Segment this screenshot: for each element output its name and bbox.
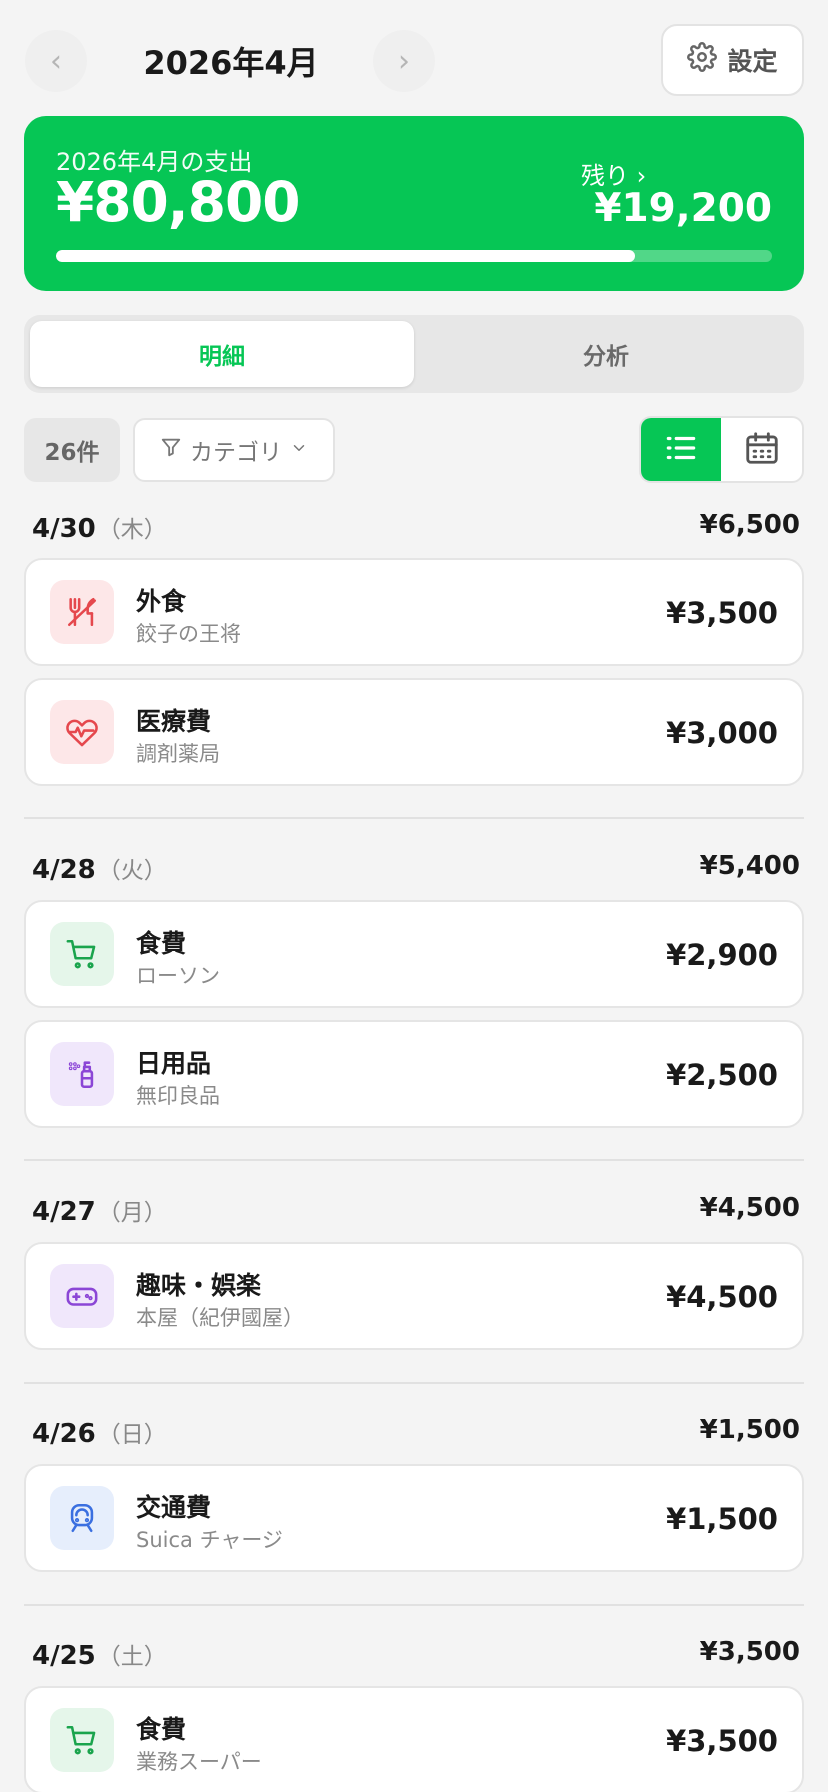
- transaction-item[interactable]: 趣味・娯楽 本屋（紀伊國屋） ¥4,500: [24, 1242, 804, 1350]
- item-amount: ¥3,500: [666, 1724, 778, 1758]
- day-total: ¥5,400: [699, 851, 800, 881]
- cart-icon: [50, 1708, 114, 1772]
- day-header: 4/28（火） ¥5,400: [24, 843, 804, 891]
- gamepad-icon: [50, 1264, 114, 1328]
- day-total: ¥6,500: [699, 510, 800, 540]
- settings-button[interactable]: 設定: [661, 24, 804, 96]
- chevron-down-icon: [290, 437, 308, 463]
- item-store: Suica チャージ: [136, 1528, 283, 1552]
- item-store: ローソン: [136, 964, 220, 988]
- header: ‹ 2026年4月 › 設定: [0, 0, 828, 110]
- transaction-item[interactable]: 医療費 調剤薬局 ¥3,000: [24, 678, 804, 786]
- weekday-text: （木）: [97, 517, 167, 543]
- filter-icon: [160, 436, 182, 464]
- category-filter-label: カテゴリ: [190, 440, 282, 466]
- transaction-item[interactable]: 食費 業務スーパー ¥3,500: [24, 1686, 804, 1792]
- month-title: 2026年4月: [143, 44, 319, 82]
- day-header: 4/25（土） ¥3,500: [24, 1629, 804, 1677]
- monthly-summary-card: 2026年4月の支出 ¥80,800 残り › ¥19,200: [24, 116, 804, 291]
- day-date: 4/26（日）: [32, 1415, 167, 1449]
- day-header: 4/30（木） ¥6,500: [24, 502, 804, 550]
- item-amount: ¥2,500: [666, 1058, 778, 1092]
- item-amount: ¥1,500: [666, 1502, 778, 1536]
- tab-details[interactable]: 明細: [30, 321, 414, 387]
- day-group: 4/28（火） ¥5,400 食費 ローソン ¥2,900 日用品 無印良品 ¥…: [24, 843, 804, 1128]
- day-group: 4/30（木） ¥6,500 外食 餃子の王将 ¥3,500 医療費 調剤薬局 …: [24, 502, 804, 786]
- item-count-badge: 26件: [24, 418, 120, 482]
- divider: [24, 1382, 804, 1384]
- cart-icon: [50, 922, 114, 986]
- item-category: 食費: [136, 1715, 187, 1744]
- item-amount: ¥3,000: [666, 716, 778, 750]
- remaining-amount: ¥19,200: [594, 186, 772, 231]
- weekday-text: （日）: [97, 1422, 167, 1448]
- budget-progress-fill: [56, 250, 635, 262]
- day-date: 4/30（木）: [32, 510, 167, 544]
- item-amount: ¥2,900: [666, 938, 778, 972]
- transaction-item[interactable]: 外食 餃子の王将 ¥3,500: [24, 558, 804, 666]
- gear-icon: [687, 42, 718, 78]
- date-text: 4/25: [32, 1641, 96, 1671]
- calendar-view-button[interactable]: [721, 418, 802, 481]
- day-header: 4/27（月） ¥4,500: [24, 1185, 804, 1233]
- weekday-text: （月）: [97, 1200, 167, 1226]
- list-view-button[interactable]: [641, 418, 721, 481]
- item-store: 調剤薬局: [136, 742, 220, 766]
- weekday-text: （火）: [97, 858, 167, 884]
- day-total: ¥4,500: [699, 1193, 800, 1223]
- budget-progress-bar: [56, 250, 772, 262]
- heart-pulse-icon: [50, 700, 114, 764]
- day-total: ¥1,500: [699, 1415, 800, 1445]
- divider: [24, 817, 804, 819]
- day-date: 4/27（月）: [32, 1193, 167, 1227]
- item-store: 業務スーパー: [136, 1750, 262, 1774]
- item-store: 本屋（紀伊國屋）: [136, 1306, 304, 1330]
- day-date: 4/25（土）: [32, 1637, 167, 1671]
- fork-knife-icon: [50, 580, 114, 644]
- date-text: 4/27: [32, 1197, 96, 1227]
- train-icon: [50, 1486, 114, 1550]
- expense-app-screen: ‹ 2026年4月 › 設定 2026年4月の支出 ¥80,800 残り › ¥…: [0, 0, 828, 1792]
- item-store: 無印良品: [136, 1084, 220, 1108]
- item-category: 日用品: [136, 1049, 212, 1078]
- item-category: 交通費: [136, 1493, 212, 1522]
- item-category: 医療費: [136, 707, 212, 736]
- item-category: 趣味・娯楽: [136, 1271, 262, 1300]
- divider: [24, 1604, 804, 1606]
- date-text: 4/28: [32, 855, 96, 885]
- day-group: 4/27（月） ¥4,500 趣味・娯楽 本屋（紀伊國屋） ¥4,500: [24, 1185, 804, 1350]
- item-store: 餃子の王将: [136, 622, 241, 646]
- day-group: 4/25（土） ¥3,500 食費 業務スーパー ¥3,500: [24, 1629, 804, 1792]
- spray-bottle-icon: [50, 1042, 114, 1106]
- day-group: 4/26（日） ¥1,500 交通費 Suica チャージ ¥1,500: [24, 1407, 804, 1572]
- calendar-icon: [743, 429, 781, 471]
- category-filter-button[interactable]: カテゴリ: [133, 418, 335, 482]
- transaction-item[interactable]: 日用品 無印良品 ¥2,500: [24, 1020, 804, 1128]
- day-header: 4/26（日） ¥1,500: [24, 1407, 804, 1455]
- item-category: 食費: [136, 929, 187, 958]
- weekday-text: （土）: [97, 1644, 167, 1670]
- list-icon: [662, 429, 700, 471]
- item-amount: ¥3,500: [666, 596, 778, 630]
- transaction-item[interactable]: 食費 ローソン ¥2,900: [24, 900, 804, 1008]
- previous-month-button[interactable]: ‹: [25, 30, 87, 92]
- date-text: 4/26: [32, 1419, 96, 1449]
- item-category: 外食: [136, 587, 187, 616]
- divider: [24, 1159, 804, 1161]
- tab-analysis[interactable]: 分析: [414, 321, 798, 387]
- view-tabs: 明細 分析: [24, 315, 804, 393]
- transaction-item[interactable]: 交通費 Suica チャージ ¥1,500: [24, 1464, 804, 1572]
- settings-label: 設定: [727, 47, 778, 76]
- view-mode-toggle: [639, 416, 804, 483]
- item-amount: ¥4,500: [666, 1280, 778, 1314]
- date-text: 4/30: [32, 514, 96, 544]
- day-total: ¥3,500: [699, 1637, 800, 1667]
- day-date: 4/28（火）: [32, 851, 167, 885]
- spending-total: ¥80,800: [56, 170, 301, 234]
- next-month-button[interactable]: ›: [373, 30, 435, 92]
